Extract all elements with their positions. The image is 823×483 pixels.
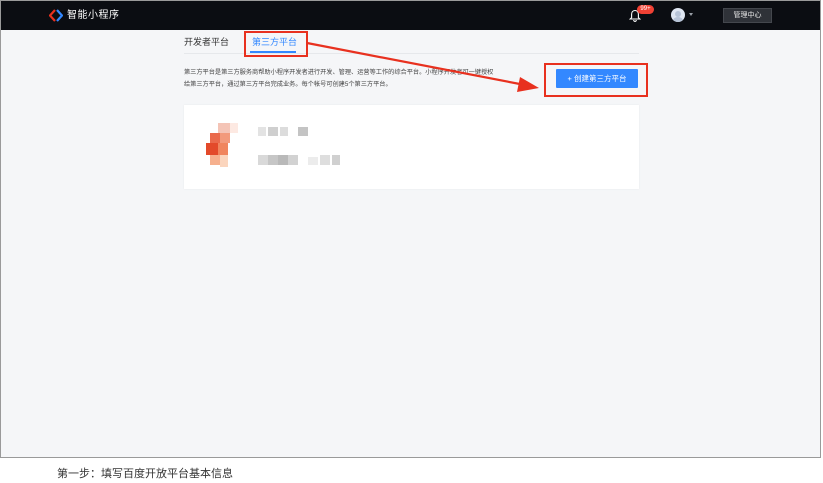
blurred-logo [206,123,242,171]
platform-card[interactable] [184,105,639,189]
screenshot-frame: 智能小程序 99+ 管理中心 开发者平台 第三方平台 第三方平台是第三方服务商帮… [0,0,821,458]
tab-developer-platform[interactable]: 开发者平台 [184,37,229,48]
figure-caption: 第一步：填写百度开放平台基本信息 [57,468,233,480]
annotation-arrow [306,41,539,92]
app-logo-icon [49,9,63,22]
user-avatar[interactable] [671,8,685,22]
admin-center-button[interactable]: 管理中心 [723,8,772,23]
blurred-platform-detail [258,155,378,167]
notification-count-badge: 99+ [637,5,654,14]
top-navigation-bar: 智能小程序 99+ 管理中心 [1,1,820,30]
chevron-down-icon[interactable] [689,13,693,16]
create-third-party-platform-button[interactable]: + 创建第三方平台 [556,69,638,88]
tab-third-party-platform[interactable]: 第三方平台 [252,37,297,48]
blurred-platform-name [258,127,318,137]
active-tab-indicator [250,51,296,53]
app-title[interactable]: 智能小程序 [67,9,120,22]
